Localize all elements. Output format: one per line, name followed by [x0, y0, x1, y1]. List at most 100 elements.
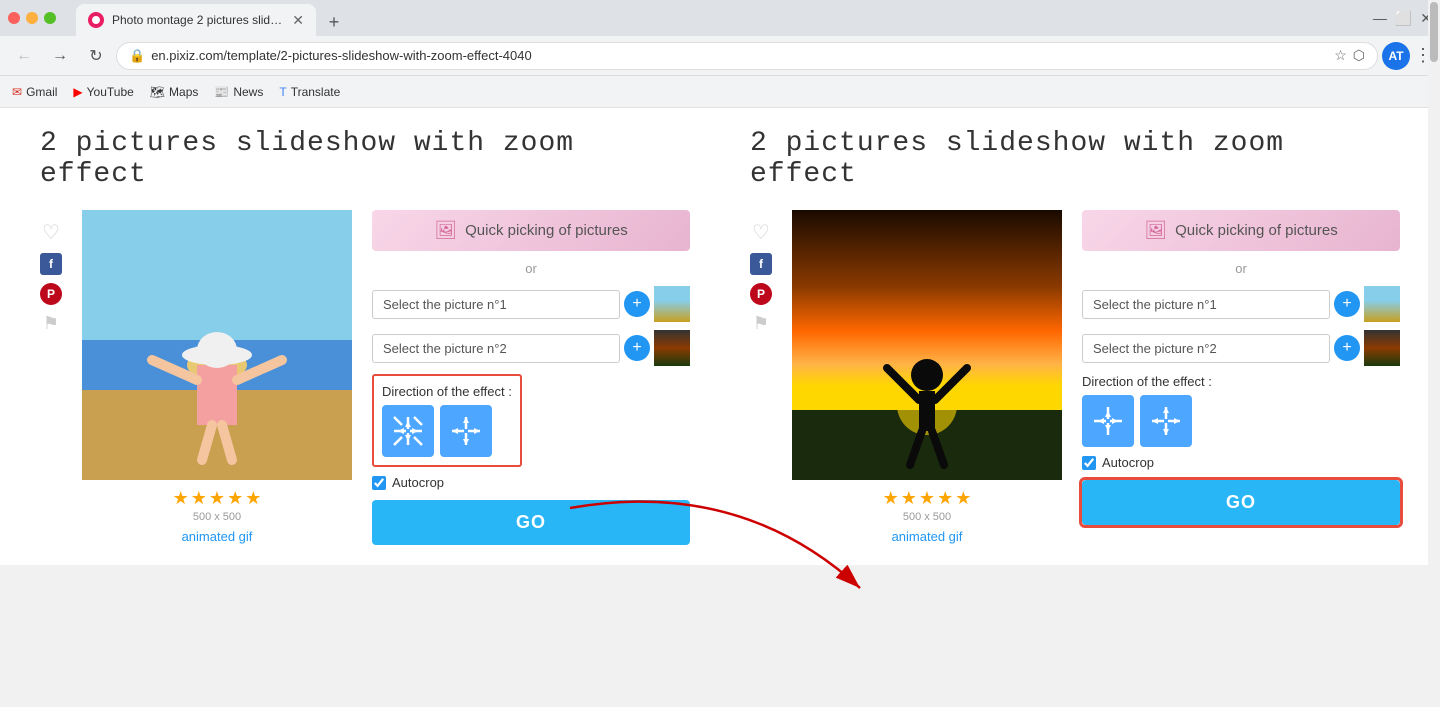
- right-facebook-icon[interactable]: f: [750, 253, 772, 275]
- page-content: 2 pictures slideshow with zoom effect ♡ …: [0, 108, 1440, 565]
- bookmark-maps[interactable]: 🗺 Maps: [150, 85, 199, 99]
- left-direction-zoom-out[interactable]: [440, 405, 492, 457]
- left-pinterest-icon[interactable]: P: [40, 283, 62, 305]
- bookmark-star-icon[interactable]: ☆: [1334, 47, 1347, 64]
- scrollbar-thumb[interactable]: [1430, 2, 1438, 62]
- navigation-bar: ← → ↻ 🔒 en.pixiz.com/template/2-pictures…: [0, 36, 1440, 76]
- left-thumb-2: [654, 330, 690, 366]
- left-preview-section: ★ ★ ★ ★ ★ 500 x 500 animated gif: [82, 210, 352, 545]
- profile-button[interactable]: AT: [1382, 42, 1410, 70]
- left-panel-body: ♡ f P ⚑: [40, 210, 690, 545]
- right-sunset-svg: [792, 210, 1062, 480]
- left-animated-gif-link[interactable]: animated gif: [182, 529, 253, 544]
- left-facebook-icon[interactable]: f: [40, 253, 62, 275]
- tab-close-button[interactable]: ✕: [292, 12, 304, 29]
- right-pinterest-icon[interactable]: P: [750, 283, 772, 305]
- left-quick-pick-button[interactable]: 🖼 Quick picking of pictures: [372, 210, 690, 251]
- restore-window-button[interactable]: ⬜: [1395, 10, 1412, 27]
- close-button[interactable]: [8, 12, 20, 24]
- bookmark-translate-label: Translate: [291, 85, 341, 99]
- title-bar: Photo montage 2 pictures slides... ✕ + —…: [0, 0, 1440, 36]
- right-flag-icon[interactable]: ⚑: [753, 313, 769, 334]
- left-panel: 2 pictures slideshow with zoom effect ♡ …: [40, 128, 690, 545]
- right-add-picture-1-button[interactable]: +: [1334, 291, 1360, 317]
- right-or-text: or: [1082, 261, 1400, 276]
- right-direction-label: Direction of the effect :: [1082, 374, 1212, 389]
- left-direction-label: Direction of the effect :: [382, 384, 512, 399]
- minimize-button[interactable]: [26, 12, 38, 24]
- bookmark-youtube-label: YouTube: [87, 85, 134, 99]
- bookmark-gmail[interactable]: ✉ Gmail: [12, 85, 57, 99]
- minimize-window-button[interactable]: —: [1373, 10, 1387, 26]
- main-layout: 2 pictures slideshow with zoom effect ♡ …: [40, 128, 1400, 545]
- right-like-bar: ♡ f P ⚑: [750, 210, 772, 544]
- left-or-text: or: [372, 261, 690, 276]
- maximize-button[interactable]: [44, 12, 56, 24]
- news-icon: 📰: [214, 85, 229, 99]
- right-quick-pick-button[interactable]: 🖼 Quick picking of pictures: [1082, 210, 1400, 251]
- bookmark-translate[interactable]: T Translate: [279, 85, 340, 99]
- bookmark-news[interactable]: 📰 News: [214, 85, 263, 99]
- right-stars: ★ ★ ★ ★ ★: [883, 488, 972, 509]
- new-tab-button[interactable]: +: [320, 8, 348, 36]
- right-go-button[interactable]: GO: [1082, 480, 1400, 525]
- right-autocrop-row: Autocrop: [1082, 455, 1400, 470]
- right-panel: 2 pictures slideshow with zoom effect ♡ …: [750, 128, 1400, 545]
- left-heart-icon[interactable]: ♡: [42, 220, 60, 245]
- left-dimensions: 500 x 500: [193, 511, 241, 523]
- left-like-bar: ♡ f P ⚑: [40, 210, 62, 545]
- right-select-picture-1-row: Select the picture n°1 +: [1082, 286, 1400, 322]
- left-select-picture-2-button[interactable]: Select the picture n°2: [372, 334, 620, 363]
- right-panel-title: 2 pictures slideshow with zoom effect: [750, 128, 1400, 190]
- left-flag-icon[interactable]: ⚑: [43, 313, 59, 334]
- right-autocrop-label: Autocrop: [1102, 455, 1154, 470]
- right-direction-icons: [1082, 395, 1212, 447]
- right-select-picture-2-row: Select the picture n°2 +: [1082, 330, 1400, 366]
- left-direction-zoom-in[interactable]: [382, 405, 434, 457]
- right-select-picture-1-button[interactable]: Select the picture n°1: [1082, 290, 1330, 319]
- bookmark-news-label: News: [233, 85, 263, 99]
- url-text: en.pixiz.com/template/2-pictures-slidesh…: [151, 48, 1328, 63]
- youtube-icon: ▶: [73, 85, 82, 99]
- left-select-picture-1-label: Select the picture n°1: [383, 297, 507, 312]
- left-panel-title: 2 pictures slideshow with zoom effect: [40, 128, 690, 190]
- left-stars: ★ ★ ★ ★ ★: [173, 488, 262, 509]
- right-add-picture-2-button[interactable]: +: [1334, 335, 1360, 361]
- back-button[interactable]: ←: [8, 40, 40, 72]
- lock-icon: 🔒: [129, 48, 145, 64]
- right-panel-body: ♡ f P ⚑: [750, 210, 1400, 544]
- left-preview-image: [82, 210, 352, 480]
- left-select-picture-1-button[interactable]: Select the picture n°1: [372, 290, 620, 319]
- left-direction-icons: [382, 405, 512, 457]
- right-controls: 🖼 Quick picking of pictures or Select th…: [1082, 210, 1400, 544]
- tab-title: Photo montage 2 pictures slides...: [112, 13, 284, 27]
- right-thumb-1: [1364, 286, 1400, 322]
- left-direction-box: Direction of the effect :: [372, 374, 522, 467]
- left-select-picture-2-row: Select the picture n°2 +: [372, 330, 690, 366]
- right-direction-zoom-out[interactable]: [1140, 395, 1192, 447]
- left-autocrop-row: Autocrop: [372, 475, 690, 490]
- left-quick-pick-label: Quick picking of pictures: [465, 222, 628, 239]
- translate-icon: T: [279, 85, 286, 99]
- gmail-icon: ✉: [12, 85, 22, 99]
- scrollbar[interactable]: [1428, 0, 1440, 707]
- reload-button[interactable]: ↻: [80, 40, 112, 72]
- right-select-picture-2-button[interactable]: Select the picture n°2: [1082, 334, 1330, 363]
- browser-tab[interactable]: Photo montage 2 pictures slides... ✕: [76, 4, 316, 36]
- right-animated-gif-link[interactable]: animated gif: [892, 529, 963, 544]
- cast-icon[interactable]: ⬡: [1353, 47, 1365, 64]
- bookmark-maps-label: Maps: [169, 85, 198, 99]
- right-preview-image: [792, 210, 1062, 480]
- address-bar[interactable]: 🔒 en.pixiz.com/template/2-pictures-slide…: [116, 42, 1378, 70]
- left-add-picture-1-button[interactable]: +: [624, 291, 650, 317]
- right-select-picture-1-label: Select the picture n°1: [1093, 297, 1217, 312]
- right-heart-icon[interactable]: ♡: [752, 220, 770, 245]
- forward-button[interactable]: →: [44, 40, 76, 72]
- left-add-picture-2-button[interactable]: +: [624, 335, 650, 361]
- left-go-button[interactable]: GO: [372, 500, 690, 545]
- right-autocrop-checkbox[interactable]: [1082, 456, 1096, 470]
- bookmark-youtube[interactable]: ▶ YouTube: [73, 85, 133, 99]
- right-go-button-wrapper: GO: [1082, 480, 1400, 525]
- right-direction-zoom-in[interactable]: [1082, 395, 1134, 447]
- left-autocrop-checkbox[interactable]: [372, 476, 386, 490]
